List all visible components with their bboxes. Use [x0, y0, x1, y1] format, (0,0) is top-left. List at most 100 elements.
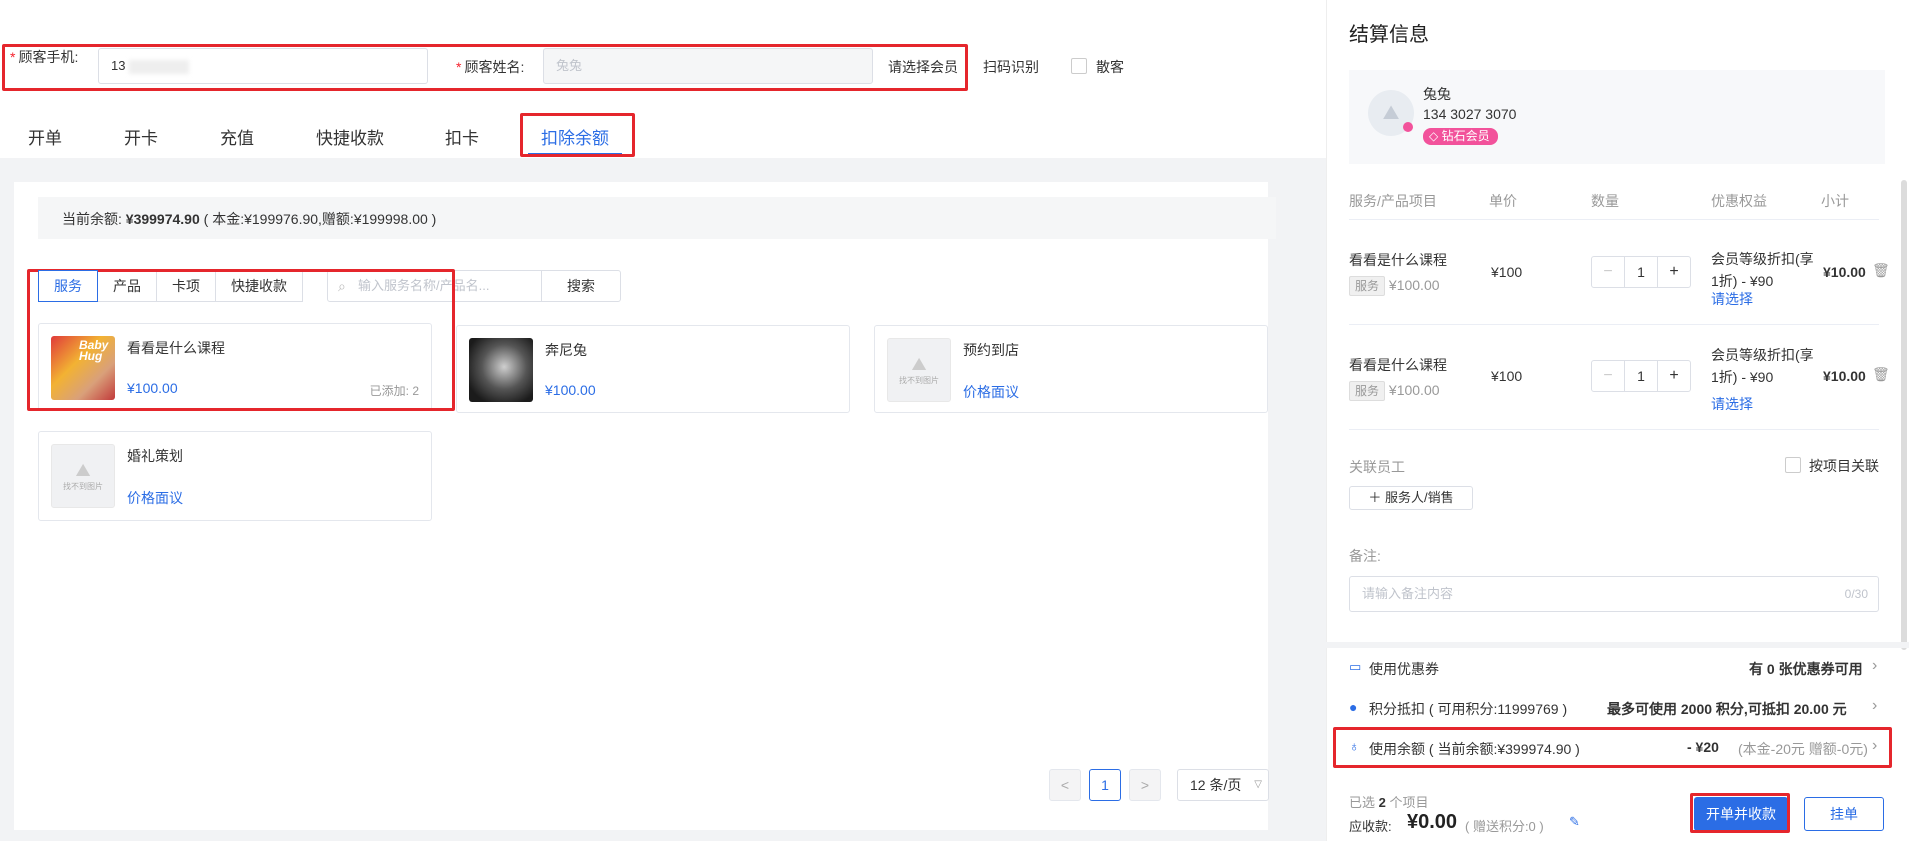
plus-icon[interactable]: +	[1658, 257, 1690, 287]
highlight-balance	[1333, 727, 1892, 768]
page-1-button[interactable]: 1	[1089, 769, 1121, 801]
plus-icon: ＋	[1368, 490, 1385, 505]
note-label: 备注:	[1349, 548, 1381, 564]
choose-discount-link-2[interactable]: 请选择	[1711, 394, 1753, 414]
quantity-stepper-1[interactable]: − 1 +	[1591, 256, 1691, 288]
quantity-stepper-2[interactable]: − 1 +	[1591, 360, 1691, 392]
item-discount-2: 会员等级折扣(享 1折) - ¥90	[1711, 344, 1814, 388]
member-level-badge: ◇ 钻石会员	[1423, 128, 1498, 145]
balance-amount: ¥399974.90	[125, 211, 200, 227]
product-card-2[interactable]: 奔尼兔 ¥100.00	[456, 325, 850, 413]
selected-count-number: 2	[1378, 795, 1386, 810]
coupon-value[interactable]: 有 0 张优惠券可用	[1749, 659, 1863, 679]
selected-pre: 已选	[1349, 795, 1379, 810]
balance-label: 当前余额:	[62, 211, 122, 227]
by-item-checkbox[interactable]	[1785, 457, 1801, 473]
product-name-2: 奔尼兔	[545, 342, 587, 358]
highlight-checkout	[1690, 793, 1790, 833]
col-subtotal: 小计	[1821, 193, 1849, 209]
image-placeholder-icon: ⛰	[75, 460, 91, 480]
note-placeholder: 请输入备注内容	[1362, 586, 1454, 601]
member-name: 兔兔	[1423, 86, 1451, 102]
item-unit-price-1: ¥100	[1491, 264, 1523, 280]
section-gap	[1326, 642, 1909, 648]
hold-order-button[interactable]: 挂单	[1804, 797, 1884, 831]
image-placeholder-text: 找不到图片	[899, 376, 939, 385]
plus-icon[interactable]: +	[1658, 361, 1690, 391]
by-item-label: 按项目关联	[1809, 458, 1879, 474]
search-button[interactable]: 搜索	[541, 270, 621, 302]
product-thumb-2	[469, 338, 533, 402]
scrollbar[interactable]	[1901, 180, 1907, 650]
receivable-value: ¥0.00	[1407, 811, 1458, 833]
item-divider	[1349, 219, 1879, 220]
image-placeholder-text: 找不到图片	[63, 482, 103, 491]
receivable-label: 应收款:	[1349, 819, 1392, 834]
product-thumb-4: ⛰ 找不到图片	[51, 444, 115, 508]
item-discount-1: 会员等级折扣(享 1折) - ¥90	[1711, 248, 1814, 292]
item-unit-price-2: ¥100	[1491, 368, 1523, 384]
item-orig-price-2: ¥100.00	[1388, 382, 1440, 398]
order-panel: * 顾客手机: 13 * 顾客姓名: 兔兔 请选择会员 扫码识别 散客 开单 开卡 …	[0, 0, 1326, 841]
item-discount-1-line1: 会员等级折扣(享	[1711, 251, 1814, 267]
item-subtotal-1: ¥10.00	[1823, 264, 1866, 280]
member-phone: 134 3027 3070	[1423, 106, 1517, 122]
page-size-value: 12 条/页	[1190, 777, 1242, 793]
scan-button[interactable]: 扫码识别	[983, 57, 1039, 77]
tab-open-card[interactable]: 开卡	[124, 124, 158, 149]
product-card-3[interactable]: ⛰ 找不到图片 预约到店 价格面议	[874, 325, 1268, 413]
edit-icon[interactable]: ✎	[1569, 814, 1580, 830]
walk-in-checkbox[interactable]	[1071, 58, 1087, 74]
product-price-2: ¥100.00	[545, 382, 596, 398]
product-price-3: 价格面议	[963, 384, 1019, 400]
image-placeholder-icon: ⛰	[911, 354, 927, 374]
category-service[interactable]: 服务	[38, 270, 98, 302]
minus-icon[interactable]: −	[1592, 361, 1624, 391]
tab-open-order[interactable]: 开单	[28, 124, 62, 149]
item-tag-2: 服务	[1349, 381, 1386, 401]
item-discount-2-line2: 1折) - ¥90	[1711, 369, 1774, 385]
highlight-tab	[520, 113, 635, 157]
quantity-value-2[interactable]: 1	[1624, 361, 1658, 391]
item-divider	[1349, 429, 1879, 430]
chevron-down-icon: ▽	[1254, 779, 1262, 790]
page-size-select[interactable]: 12 条/页 ▽	[1177, 769, 1269, 801]
tab-deduct-card[interactable]: 扣卡	[445, 124, 479, 149]
balance-info: 当前余额: ¥399974.90 ( 本金:¥199976.90,赠额:¥199…	[62, 209, 436, 229]
prev-page-button[interactable]: <	[1049, 769, 1081, 801]
col-quantity: 数量	[1591, 193, 1619, 209]
choose-discount-link-1[interactable]: 请选择	[1711, 289, 1753, 309]
settlement-title: 结算信息	[1349, 24, 1429, 46]
note-count: 0/30	[1844, 587, 1868, 601]
tab-recharge[interactable]: 充值	[220, 124, 254, 149]
note-input[interactable]: 请输入备注内容 0/30	[1349, 576, 1879, 612]
staff-label: 关联员工	[1349, 459, 1405, 475]
selected-post: 个项目	[1385, 795, 1429, 810]
chevron-right-icon[interactable]: ›	[1872, 657, 1877, 675]
selected-count: 已选 2 个项目	[1349, 792, 1428, 811]
trash-icon[interactable]: 🗑	[1872, 262, 1890, 279]
tab-quick-pay[interactable]: 快捷收款	[316, 124, 384, 149]
item-discount-2-line1: 会员等级折扣(享	[1711, 347, 1814, 363]
product-price-4: 价格面议	[127, 490, 183, 506]
trash-icon[interactable]: 🗑	[1872, 366, 1890, 383]
member-level-text: 钻石会员	[1441, 129, 1490, 143]
item-tag-1: 服务	[1349, 276, 1386, 296]
points-icon: ●	[1349, 699, 1358, 715]
item-name-1: 看看是什么课程	[1349, 252, 1447, 268]
member-badge-dot	[1403, 122, 1413, 132]
coupon-value-pre: 有	[1749, 661, 1767, 677]
columns-top	[1326, 180, 1909, 181]
add-staff-label: 服务人/销售	[1385, 490, 1454, 505]
points-value[interactable]: 最多可使用 2000 积分,可抵扣 20.00 元	[1607, 699, 1847, 719]
next-page-button[interactable]: >	[1129, 769, 1161, 801]
product-name-4: 婚礼策划	[127, 448, 183, 464]
add-staff-button[interactable]: ＋ 服务人/销售	[1349, 486, 1473, 510]
col-item: 服务/产品项目	[1349, 193, 1437, 209]
diamond-icon: ◇	[1429, 129, 1442, 143]
minus-icon[interactable]: −	[1592, 257, 1624, 287]
product-card-4[interactable]: ⛰ 找不到图片 婚礼策划 价格面议	[38, 431, 432, 521]
chevron-right-icon[interactable]: ›	[1872, 697, 1877, 715]
item-tag-row-1: 服务 ¥100.00	[1349, 276, 1440, 296]
quantity-value-1[interactable]: 1	[1624, 257, 1658, 287]
